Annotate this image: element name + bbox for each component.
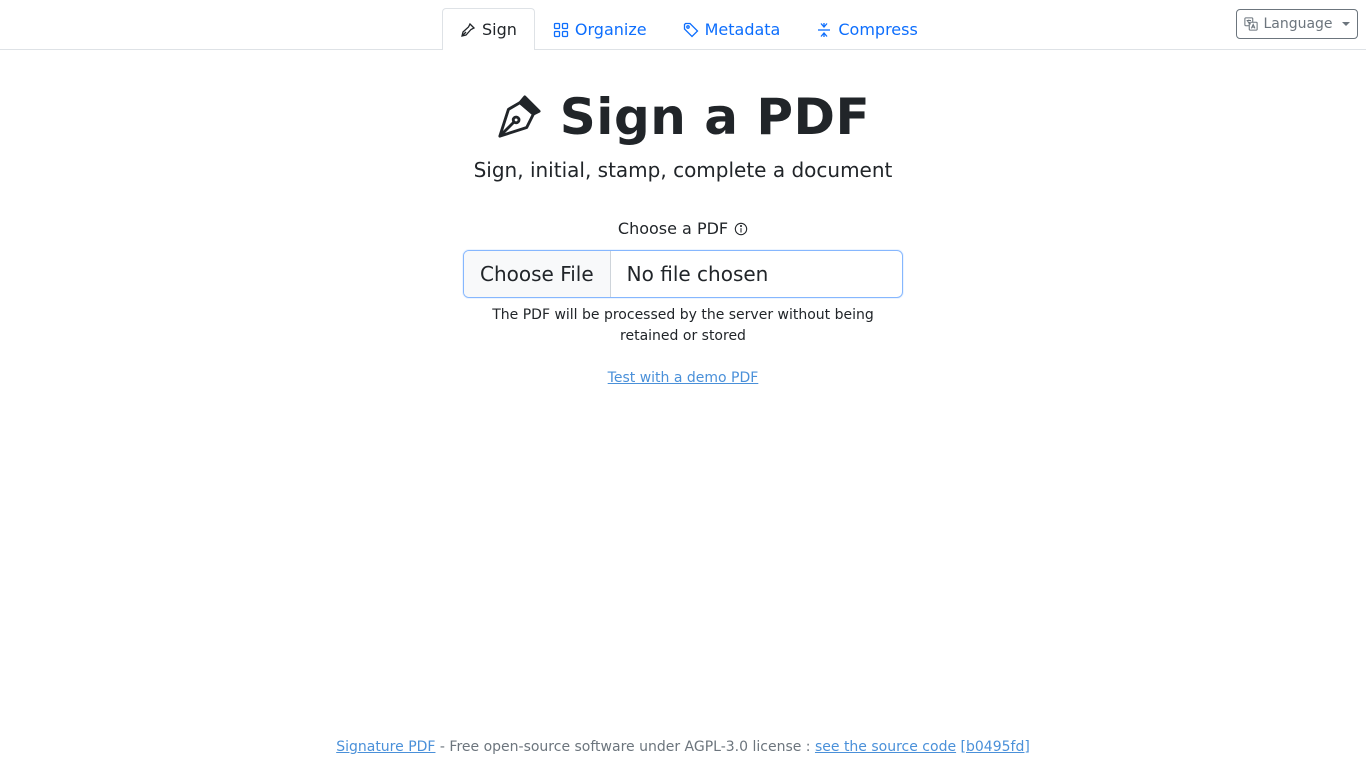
license-text: - Free open-source software under AGPL-3…	[435, 739, 815, 755]
demo-link-container: Test with a demo PDF	[0, 370, 1366, 386]
tag-icon	[683, 22, 699, 37]
language-label: Language	[1263, 16, 1333, 32]
tab-sign-label: Sign	[482, 20, 517, 39]
tab-metadata-label: Metadata	[704, 20, 781, 39]
translate-icon	[1244, 17, 1259, 31]
tab-organize-label: Organize	[574, 20, 647, 39]
tab-organize[interactable]: Organize	[535, 8, 665, 50]
compress-icon	[818, 22, 831, 37]
pen-icon	[461, 22, 476, 37]
file-input-label-text: Choose a PDF	[617, 219, 729, 238]
tab-compress[interactable]: Compress	[798, 8, 935, 50]
version-link[interactable]: [b0495fd]	[961, 739, 1030, 755]
tab-sign[interactable]: Sign	[442, 8, 535, 50]
app-home-link[interactable]: Signature PDF	[336, 739, 435, 755]
privacy-notice: The PDF will be processed by the server …	[492, 307, 874, 344]
language-dropdown[interactable]: Language	[1236, 9, 1358, 39]
pen-nib-icon	[498, 95, 541, 138]
tab-metadata[interactable]: Metadata	[665, 8, 799, 50]
demo-pdf-link[interactable]: Test with a demo PDF	[608, 370, 759, 386]
top-navbar: Sign Organize Metadata Compress Language	[0, 0, 1366, 50]
page-title: Sign a PDF	[559, 88, 871, 146]
footer: Signature PDF - Free open-source softwar…	[0, 739, 1366, 755]
page-subtitle: Sign, initial, stamp, complete a documen…	[473, 158, 893, 182]
grid-icon	[553, 22, 569, 37]
file-input-label: Choose a PDF	[0, 219, 1366, 238]
source-code-link[interactable]: see the source code	[815, 739, 956, 755]
choose-file-button[interactable]: Choose File	[464, 251, 611, 297]
caret-down-icon	[1341, 22, 1350, 26]
pdf-file-input[interactable]: Choose File No file chosen	[463, 250, 903, 298]
page-header: Sign a PDF	[0, 88, 1366, 146]
file-status: No file chosen	[626, 262, 769, 286]
nav-tabs: Sign Organize Metadata Compress	[442, 8, 936, 50]
tab-compress-label: Compress	[838, 20, 918, 39]
info-icon[interactable]	[734, 222, 748, 236]
